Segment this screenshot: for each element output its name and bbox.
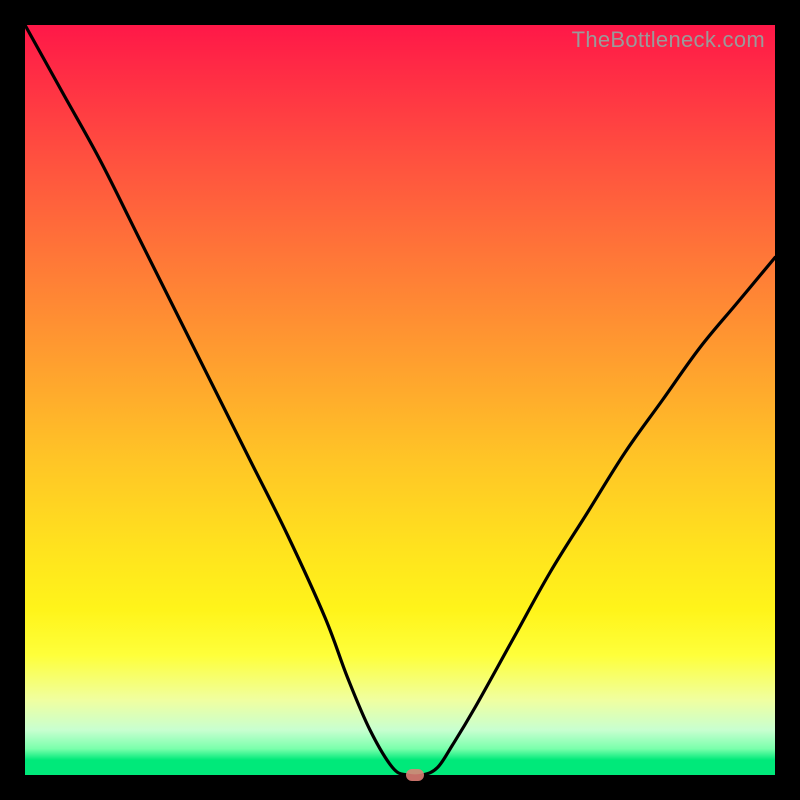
plot-area: TheBottleneck.com <box>25 25 775 775</box>
chart-frame: TheBottleneck.com <box>0 0 800 800</box>
optimal-point-marker <box>406 769 424 781</box>
bottleneck-curve <box>25 25 775 775</box>
